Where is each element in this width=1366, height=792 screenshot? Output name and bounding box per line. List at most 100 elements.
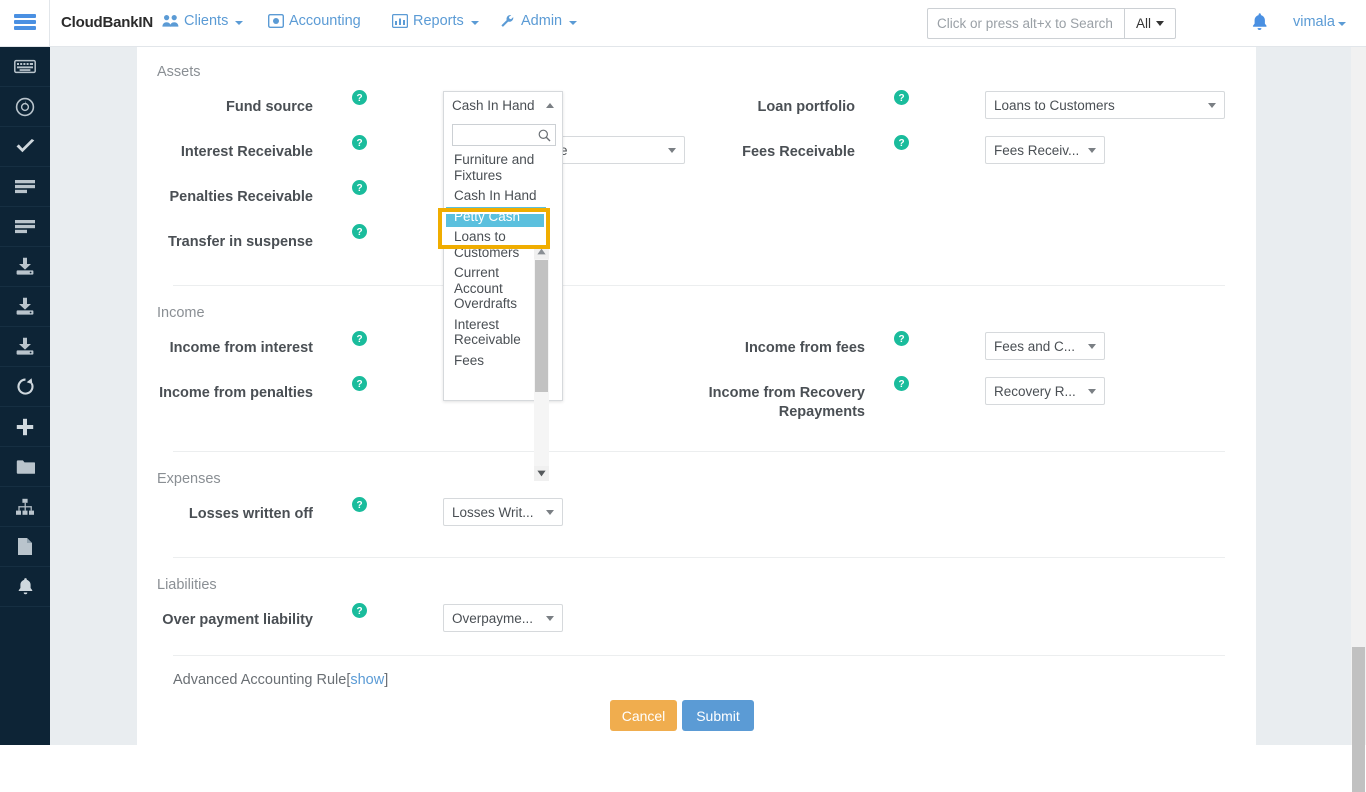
rail-item-file[interactable] — [0, 527, 50, 567]
search-input[interactable] — [927, 8, 1124, 39]
rail-item-compass[interactable] — [0, 87, 50, 127]
rail-item-refresh[interactable] — [0, 367, 50, 407]
rail-item-import-3[interactable] — [0, 327, 50, 367]
svg-text:?: ? — [898, 93, 904, 104]
global-search: All — [927, 8, 1176, 39]
select-fees-receivable[interactable]: Fees Receiv... — [985, 136, 1105, 164]
list-icon — [14, 179, 36, 194]
nav-item-clients[interactable]: Clients — [162, 13, 243, 29]
label-income-from-penalties: Income from penalties — [120, 384, 313, 403]
dropdown-option-selected[interactable]: Petty Cash — [446, 207, 546, 228]
help-icon[interactable]: ? — [894, 90, 909, 105]
cancel-button[interactable]: Cancel — [610, 700, 677, 731]
magnifier-icon — [535, 129, 553, 142]
section-divider — [173, 285, 1225, 286]
help-icon[interactable]: ? — [352, 603, 367, 618]
user-menu[interactable]: vimala — [1293, 14, 1346, 30]
search-scope-label: All — [1136, 16, 1151, 31]
rail-item-check[interactable] — [0, 127, 50, 167]
advanced-rule-show-link[interactable]: show — [350, 672, 384, 688]
svg-text:?: ? — [356, 500, 362, 511]
dropdown-option[interactable]: Current Account Overdrafts — [446, 263, 546, 315]
dropdown-option[interactable]: Loans to Customers — [446, 227, 546, 263]
help-icon[interactable]: ? — [352, 224, 367, 239]
nav-item-reports[interactable]: Reports — [392, 13, 479, 29]
select-income-from-recovery[interactable]: Recovery R... — [985, 377, 1105, 405]
select-loan-portfolio[interactable]: Loans to Customers — [985, 91, 1225, 119]
users-icon — [162, 14, 179, 28]
help-icon[interactable]: ? — [352, 90, 367, 105]
label-fees-receivable: Fees Receivable — [700, 143, 855, 162]
chevron-up-icon — [546, 103, 554, 108]
rail-item-sitemap[interactable] — [0, 487, 50, 527]
svg-text:?: ? — [898, 138, 904, 149]
dropdown-search-input[interactable] — [453, 125, 535, 145]
bell-icon — [17, 577, 34, 596]
svg-text:?: ? — [356, 227, 362, 238]
help-icon[interactable]: ? — [894, 135, 909, 150]
select-losses-written-off[interactable]: Losses Writ... — [443, 498, 563, 526]
chevron-down-icon — [1088, 344, 1096, 349]
rail-item-import-2[interactable] — [0, 287, 50, 327]
section-divider — [173, 655, 1225, 656]
page-scrollbar-thumb[interactable] — [1352, 647, 1365, 792]
wrench-icon — [500, 14, 516, 28]
help-icon[interactable]: ? — [352, 331, 367, 346]
hamburger-icon[interactable] — [14, 12, 36, 32]
dropdown-option[interactable]: Furniture and Fixtures — [446, 150, 546, 186]
rail-item-folder[interactable] — [0, 447, 50, 487]
page-scrollbar-track[interactable] — [1351, 47, 1366, 745]
svg-text:?: ? — [898, 379, 904, 390]
rail-item-alerts[interactable] — [0, 567, 50, 607]
chevron-down-icon — [668, 148, 676, 153]
rail-item-list[interactable] — [0, 167, 50, 207]
svg-text:?: ? — [356, 379, 362, 390]
label-losses-written-off: Losses written off — [120, 505, 313, 524]
rail-item-list-alt[interactable] — [0, 207, 50, 247]
compass-icon — [15, 97, 35, 117]
section-divider — [173, 557, 1225, 558]
dropdown-scroll-down-arrow[interactable] — [534, 466, 549, 481]
help-icon[interactable]: ? — [894, 376, 909, 391]
help-icon[interactable]: ? — [894, 331, 909, 346]
left-icon-rail — [0, 47, 50, 745]
chevron-down-icon — [1156, 21, 1164, 26]
file-icon — [17, 537, 33, 556]
help-icon[interactable]: ? — [352, 135, 367, 150]
help-icon[interactable]: ? — [352, 180, 367, 195]
label-income-from-fees: Income from fees — [700, 339, 865, 358]
dropdown-scroll-up-arrow[interactable] — [534, 244, 549, 259]
label-interest-receivable: Interest Receivable — [120, 143, 313, 162]
keyboard-icon — [14, 59, 36, 74]
chevron-down-icon — [546, 616, 554, 621]
download-db-2-icon — [15, 297, 35, 316]
search-scope-dropdown[interactable]: All — [1124, 8, 1176, 39]
nav-item-admin[interactable]: Admin — [500, 13, 577, 29]
dropdown-option[interactable]: Fees — [446, 351, 546, 372]
svg-text:?: ? — [356, 606, 362, 617]
help-icon[interactable]: ? — [352, 376, 367, 391]
rail-item-keyboard[interactable] — [0, 47, 50, 87]
advanced-accounting-rule: Advanced Accounting Rule[show] — [173, 672, 388, 688]
select-over-payment-liability[interactable]: Overpayme... — [443, 604, 563, 632]
check-icon — [15, 138, 36, 155]
select-value-loan-portfolio: Loans to Customers — [994, 98, 1115, 113]
chevron-down-icon — [1088, 148, 1096, 153]
dropdown-scrollbar-thumb[interactable] — [535, 260, 548, 392]
fund-source-dropdown-toggle[interactable]: Cash In Hand — [444, 92, 562, 118]
nav-item-accounting[interactable]: Accounting — [268, 13, 361, 29]
rail-item-import-1[interactable] — [0, 247, 50, 287]
submit-button[interactable]: Submit — [682, 700, 754, 731]
dropdown-option[interactable]: Cash In Hand — [446, 186, 546, 207]
dropdown-option[interactable]: Interest Receivable — [446, 315, 546, 351]
navbar-divider — [49, 0, 50, 47]
notifications-bell-icon[interactable] — [1251, 12, 1268, 37]
select-income-from-fees[interactable]: Fees and C... — [985, 332, 1105, 360]
nav-label-admin: Admin — [521, 13, 562, 29]
rail-item-add[interactable] — [0, 407, 50, 447]
app-brand[interactable]: CloudBankIN — [61, 14, 153, 31]
fund-source-selected-value: Cash In Hand — [452, 98, 535, 113]
nav-label-clients: Clients — [184, 13, 228, 29]
help-icon[interactable]: ? — [352, 497, 367, 512]
refresh-icon — [16, 377, 35, 396]
